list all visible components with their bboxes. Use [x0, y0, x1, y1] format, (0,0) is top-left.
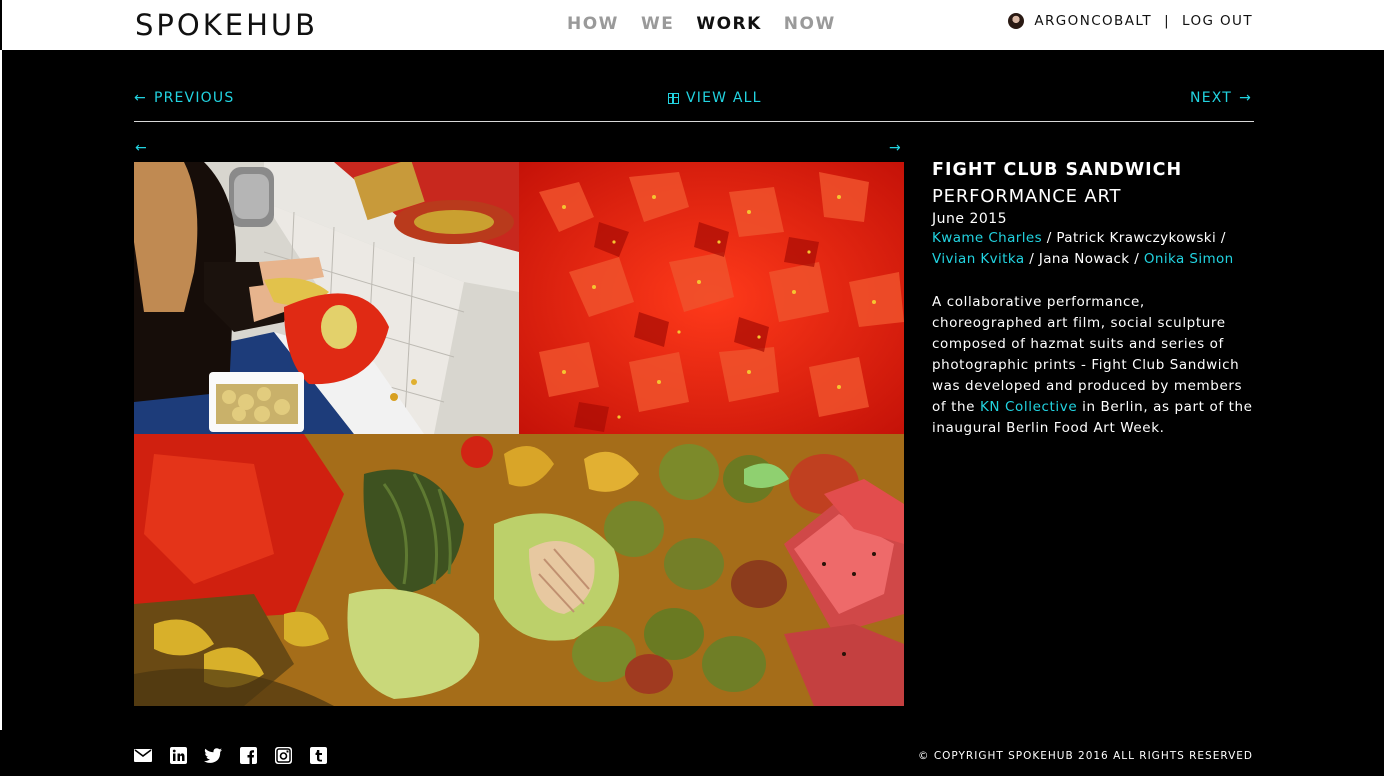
project-info: FIGHT CLUB SANDWICH PERFORMANCE ART June…: [932, 160, 1262, 439]
arrow-right-icon: →: [1239, 90, 1252, 106]
gallery-prev-arrow-icon[interactable]: ←: [135, 140, 147, 156]
facebook-icon[interactable]: [239, 747, 257, 764]
site-logo[interactable]: SPOKEHUB: [135, 8, 318, 42]
nav-item-how[interactable]: HOW: [567, 14, 619, 34]
credit-separator: /: [1024, 251, 1039, 267]
arrow-left-icon: ←: [134, 90, 147, 106]
twitter-icon[interactable]: [204, 747, 222, 764]
gallery-image-1[interactable]: [134, 162, 519, 434]
previous-link[interactable]: ← PREVIOUS: [134, 90, 234, 106]
gallery-next-arrow-icon[interactable]: →: [889, 140, 901, 156]
description-text-1: A collaborative performance, choreograph…: [932, 294, 1243, 415]
project-description: A collaborative performance, choreograph…: [932, 292, 1257, 439]
logout-link[interactable]: LOG OUT: [1182, 13, 1253, 29]
main-nav: HOW WE WORK NOW: [567, 14, 836, 34]
nav-item-work[interactable]: WORK: [696, 14, 761, 34]
credit-patrick-krawczykowski: Patrick Krawczykowski: [1056, 230, 1217, 246]
social-links: [134, 747, 327, 764]
left-edge: [0, 50, 2, 730]
next-label: NEXT: [1190, 90, 1233, 106]
project-category: PERFORMANCE ART: [932, 186, 1122, 207]
site-header: SPOKEHUB HOW WE WORK NOW ARGONCOBALT | L…: [0, 0, 1384, 50]
previous-label: PREVIOUS: [153, 90, 235, 106]
credit-link-onika-simon[interactable]: Onika Simon: [1144, 251, 1234, 267]
nav-item-now[interactable]: NOW: [784, 14, 836, 34]
grid-icon: [668, 92, 679, 104]
credit-separator: /: [1129, 251, 1144, 267]
copyright-notice: © COPYRIGHT SPOKEHUB 2016 ALL RIGHTS RES…: [917, 750, 1253, 762]
view-all-link[interactable]: VIEW ALL: [668, 90, 762, 106]
mail-icon[interactable]: [134, 747, 152, 764]
user-menu: ARGONCOBALT | LOG OUT: [1008, 13, 1253, 29]
user-separator: |: [1164, 13, 1171, 29]
kn-collective-link[interactable]: KN Collective: [980, 399, 1077, 415]
credit-separator: /: [1042, 230, 1057, 246]
project-credits: Kwame Charles / Patrick Krawczykowski / …: [932, 228, 1262, 270]
nav-item-we[interactable]: WE: [641, 14, 674, 34]
credit-link-kwame-charles[interactable]: Kwame Charles: [932, 230, 1042, 246]
linkedin-icon[interactable]: [169, 747, 187, 764]
gallery-image-2[interactable]: [519, 162, 904, 434]
project-subnav: ← PREVIOUS VIEW ALL NEXT →: [134, 90, 1254, 122]
project-date: June 2015: [932, 211, 1008, 227]
instagram-icon[interactable]: [274, 747, 292, 764]
tumblr-icon[interactable]: [309, 747, 327, 764]
avatar[interactable]: [1008, 13, 1025, 29]
project-title: FIGHT CLUB SANDWICH: [932, 160, 1183, 180]
gallery-image-3[interactable]: [134, 434, 904, 706]
next-link[interactable]: NEXT →: [1190, 90, 1252, 106]
credit-jana-nowack: Jana Nowack: [1038, 251, 1130, 267]
credit-separator: /: [1216, 230, 1226, 246]
username-link[interactable]: ARGONCOBALT: [1034, 13, 1152, 29]
credit-link-vivian-kvitka[interactable]: Vivian Kvitka: [932, 251, 1025, 267]
view-all-label: VIEW ALL: [686, 90, 762, 106]
